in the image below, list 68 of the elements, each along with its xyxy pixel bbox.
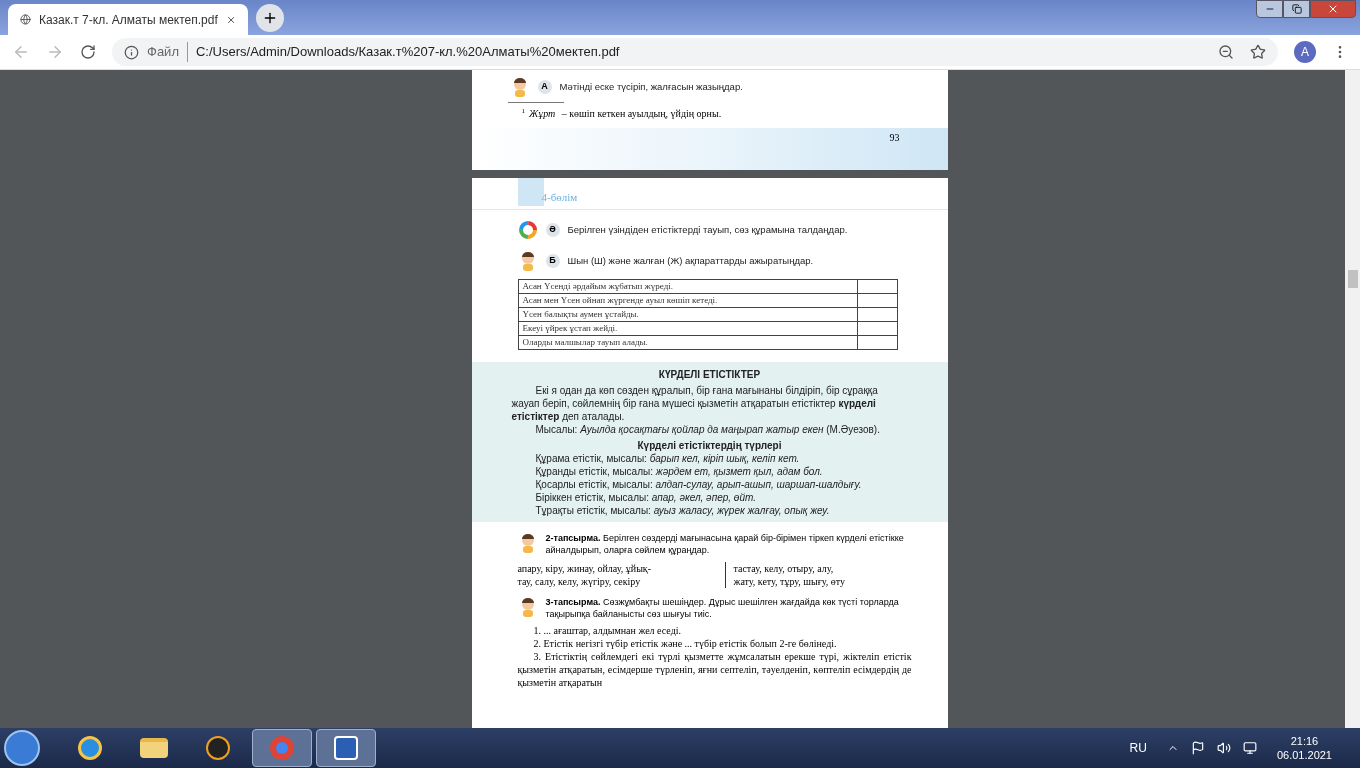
url-text: C:/Users/Admin/Downloads/Казак.т%207-кл.%20Алматы%20мектеп.pdf [195,43,621,62]
rule-paragraph: Екі я одан да көп сөзден құралып, бір ғана мағынаны білдіріп, бір сұраққа жауап беріп, сөйлемнің бір ғана мүшесі қызметін атқаратын етістіктер күрделі етістіктер деп аталады. [511,384,879,423]
address-bar[interactable]: Файл C:/Users/Admin/Downloads/Казак.т%207-кл.%20Алматы%20мектеп.pdf [112,38,1278,66]
folder-icon [140,738,168,758]
scrollbar[interactable] [1345,70,1360,728]
puzzle-clue: 1. ... ағаштар, алдымнан жел еседі. [532,624,683,637]
minimize-button[interactable] [1256,0,1283,18]
table-cell: Асан мен Үсен ойнап жүргенде ауыл көшіп кетеді. [518,293,857,308]
clock[interactable]: 21:16 06.01.2021 [1276,734,1332,762]
example-sentence: Мысалы: Ауылда қосақтағы қойлар да маңырап жатыр екен (М.Әуезов). [534,423,881,436]
answer-box[interactable] [857,279,897,294]
ring-icon [517,220,538,240]
url-scheme-label: Файл [147,42,188,62]
answer-box[interactable] [857,335,897,350]
globe-icon [20,12,31,27]
exercise-instruction: 2-тапсырма. Берілген сөздерді мағынасына қарай бір-бірімен тіркеп күрделі етістікке айналдырып, оларға сөйлем құраңдар. [545,532,905,556]
clock-time: 21:16 [1290,734,1319,748]
footnote-term: Жұрт [529,107,556,121]
restore-icon [1291,4,1302,14]
verb-type-line: Тұрақты етістік, мысалы: ауыз жаласу, жүрек жалғау, опық жеу. [534,504,831,517]
answer-box[interactable] [857,293,897,308]
word-list-line: апару, кіру, жинау, ойлау, ұйық- [517,562,653,575]
close-icon [1327,3,1339,15]
word-list-line: тастау, келу, отыру, алу, [733,562,835,575]
bookmark-star-icon[interactable] [1250,44,1266,60]
task-letter: А [537,80,552,94]
verb-type-line: Қосарлы етістік, мысалы: алдап-сулау, арып-ашып, шаршап-шалдығу. [534,478,863,491]
exercise-instruction: 3-тапсырма. Сөзжұмбақты шешіңдер. Дұрыс шешілген жағдайда көк түсті торларда тақырыпқа байланысты сөз шығуы тиіс. [545,596,900,620]
puzzle-clue: 2. Етістік негізгі түбір етістік және ... түбір етістік болып 2-ге бөлінеді. [532,637,838,650]
answer-box[interactable] [857,321,897,336]
word-list-line: тау, салу, келу, жүгіру, секіру [517,575,642,588]
table-cell: Екеуі үйрек ұстап жейді. [518,321,857,336]
zoom-out-icon[interactable] [1218,44,1234,60]
network-icon[interactable] [1242,741,1257,755]
puzzle-clue: 3. Етістіктің сөйлемдегі екі түрлі қызметте жұмсалатын ерекше түрі, жіктеліп етістік қызметін атқаратын, есімдерше түрленіп, яғни септеліп, тәуелденіп, көптеліп есімдердің де қызметін атқаратын [517,650,912,689]
page-number: 93 [889,131,900,145]
task-instruction: Мәтінді еске түсіріп, жалғасын жазыңдар. [559,79,743,94]
reload-icon[interactable] [80,44,96,60]
speaker-icon[interactable] [1216,741,1231,755]
scrollbar-thumb[interactable] [1347,270,1358,288]
start-button[interactable] [4,730,40,766]
footnote-text: – көшіп кеткен ауылдың, үйдің орны. [560,107,722,121]
table-cell: Оларды малшылар тауып алады. [518,335,857,350]
answer-box[interactable] [857,307,897,322]
info-icon [124,44,139,60]
task-instruction: Шын (Ш) және жалған (Ж) ақпараттарды ажыратыңдар. [567,253,814,268]
table-cell: Үсен балықты аумен ұстайды. [518,307,857,322]
tab-title: Казак.т 7-кл. Алматы мектеп.pdf [38,11,218,29]
section-label: 4-бөлім [541,189,578,205]
word-list-line: жату, кету, тұру, шығу, өту [733,575,846,588]
plus-icon [262,10,278,26]
taskbar-app-button[interactable] [316,729,376,767]
verb-type-line: Құрама етістік, мысалы: барып кел, кіріп шық, келіп кет. [534,452,801,465]
flag-icon[interactable] [1190,741,1205,755]
panel-title: КҮРДЕЛІ ЕТІСТІКТЕР [657,368,762,381]
browser-tab[interactable]: Казак.т 7-кл. Алматы мектеп.pdf [8,4,248,35]
task-instruction: Берілген үзіндіден етістіктерді тауып, сөз құрамына талдаңдар. [567,222,848,237]
panel-subtitle: Күрделі етістіктердің түрлері [636,439,783,452]
table-cell: Асан Үсенді әрдайым жұбатып жүреді. [518,279,857,294]
task-letter: Б [545,254,560,268]
profile-avatar[interactable]: A [1294,41,1316,63]
restore-button[interactable] [1283,0,1310,18]
verb-type-line: Біріккен етістік, мысалы: апар, әкел, әпер, өйт. [534,491,757,504]
verb-type-line: Құранды етістік, мысалы: жәрдем ет, қызмет қыл, адам бол. [534,465,824,478]
clock-date: 06.01.2021 [1276,748,1332,762]
new-tab-button[interactable] [256,4,284,32]
task-letter: Ә [545,223,560,237]
language-indicator[interactable]: RU [1129,739,1147,757]
